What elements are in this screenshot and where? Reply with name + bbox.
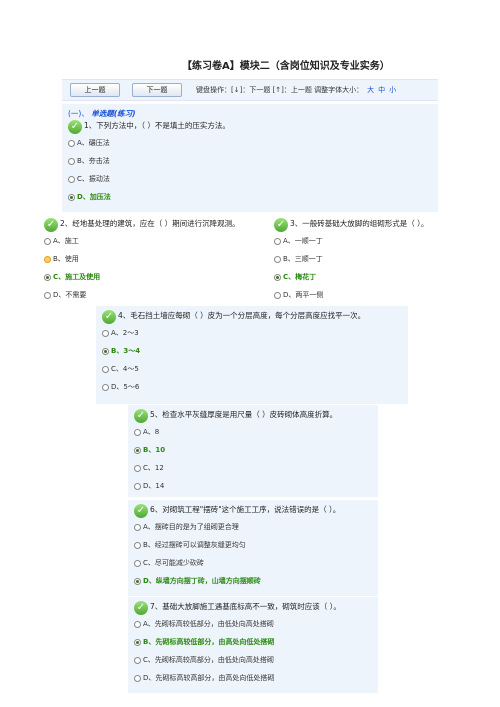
- question-2: ✓ 2、经地基处理的建筑，应在（ ）期间进行沉降观测。 A、施工 B、使用 C、施…: [40, 214, 270, 306]
- option-b[interactable]: B、经过摆砖可以调整灰缝更均匀: [134, 536, 372, 554]
- correct-check-icon: ✓: [102, 310, 116, 324]
- correct-check-icon: ✓: [134, 601, 148, 615]
- option-d[interactable]: D、5～6: [102, 378, 402, 396]
- option-b[interactable]: B、10: [134, 441, 372, 459]
- option-d[interactable]: D、纵墙方向摆丁砖，山墙方向摆顺砖: [134, 572, 372, 590]
- option-a[interactable]: A、8: [134, 423, 372, 441]
- option-b[interactable]: B、使用: [44, 250, 264, 268]
- question-4: ✓ 4、毛石挡土墙应每砌（ ）皮为一个分层高度，每个分层高度应找平一次。 A、2～…: [96, 306, 408, 404]
- option-c[interactable]: C、先砌标高较高部分，由低处向高处搭砌: [134, 651, 372, 669]
- correct-check-icon: ✓: [44, 218, 58, 232]
- font-size-large[interactable]: 大: [367, 85, 374, 95]
- option-c[interactable]: C、梅花丁: [274, 268, 466, 286]
- question-text: 2、经地基处理的建筑，应在（ ）期间进行沉降观测。: [60, 219, 240, 228]
- option-a[interactable]: A、摆砖目的是为了组砌更合理: [134, 518, 372, 536]
- question-text: 5、检查水平灰缝厚度是用尺量（ ）皮砖砌体高度折算。: [150, 410, 338, 419]
- option-a[interactable]: A、施工: [44, 232, 264, 250]
- option-c[interactable]: C、施工及使用: [44, 268, 264, 286]
- section-header: (一)、 单选题(练习): [68, 109, 136, 118]
- option-c[interactable]: C、尽可能减少砍砖: [134, 554, 372, 572]
- correct-check-icon: ✓: [68, 120, 82, 134]
- font-size-medium[interactable]: 中: [378, 85, 385, 95]
- toolbar: 上一题 下一题 键盘操作：[↓]：下一题 [↑]：上一题 调整字体大小： 大 中…: [62, 79, 438, 101]
- option-d[interactable]: D、不需要: [44, 286, 264, 304]
- option-b[interactable]: B、夯击法: [68, 152, 432, 170]
- question-text: 1、下列方法中，（ ）不是填土的压实方法。: [84, 121, 230, 130]
- option-d[interactable]: D、两平一侧: [274, 286, 466, 304]
- option-a[interactable]: A、一顺一丁: [274, 232, 466, 250]
- question-text: 4、毛石挡土墙应每砌（ ）皮为一个分层高度，每个分层高度应找平一次。: [118, 311, 366, 320]
- option-a[interactable]: A、先砌标高较低部分，由低处向高处搭砌: [134, 615, 372, 633]
- option-d[interactable]: D、先砌标高较高部分，由高处向低处搭砌: [134, 669, 372, 687]
- option-d[interactable]: D、加压法: [68, 188, 432, 206]
- option-b[interactable]: B、先砌标高较低部分，由高处向低处搭砌: [134, 633, 372, 651]
- question-text: 3、一般砖基础大放脚的组砌形式是（ ）。: [290, 219, 429, 228]
- option-b[interactable]: B、三顺一丁: [274, 250, 466, 268]
- page-title: 【练习卷A】模块二（含岗位知识及专业实务）: [62, 57, 438, 77]
- correct-check-icon: ✓: [274, 218, 288, 232]
- question-text: 7、基础大放脚施工遇基底标高不一致，砌筑时应该（ ）。: [150, 602, 341, 611]
- question-5: ✓ 5、检查水平灰缝厚度是用尺量（ ）皮砖砌体高度折算。 A、8 B、10 C、1…: [128, 405, 378, 497]
- option-c[interactable]: C、振动法: [68, 170, 432, 188]
- question-text: 6、对砌筑工程"摆砖"这个施工工序，说法错误的是（ ）。: [150, 505, 341, 514]
- prev-question-button[interactable]: 上一题: [70, 83, 120, 97]
- option-a[interactable]: A、碾压法: [68, 134, 432, 152]
- option-c[interactable]: C、12: [134, 459, 372, 477]
- option-b[interactable]: B、3～4: [102, 342, 402, 360]
- option-a[interactable]: A、2～3: [102, 324, 402, 342]
- question-3: ✓ 3、一般砖基础大放脚的组砌形式是（ ）。 A、一顺一丁 B、三顺一丁 C、梅花…: [272, 214, 472, 306]
- font-size-small[interactable]: 小: [389, 85, 396, 95]
- question-1: (一)、 单选题(练习) ✓ 1、下列方法中，（ ）不是填土的压实方法。 A、碾压…: [62, 104, 438, 212]
- question-6: ✓ 6、对砌筑工程"摆砖"这个施工工序，说法错误的是（ ）。 A、摆砖目的是为了组…: [128, 500, 378, 596]
- option-d[interactable]: D、14: [134, 477, 372, 495]
- correct-check-icon: ✓: [134, 409, 148, 423]
- correct-check-icon: ✓: [134, 504, 148, 518]
- question-7: ✓ 7、基础大放脚施工遇基底标高不一致，砌筑时应该（ ）。 A、先砌标高较低部分，…: [128, 597, 378, 693]
- keyboard-hint: 键盘操作：[↓]：下一题 [↑]：上一题 调整字体大小：: [196, 86, 364, 94]
- option-c[interactable]: C、4～5: [102, 360, 402, 378]
- next-question-button[interactable]: 下一题: [132, 83, 182, 97]
